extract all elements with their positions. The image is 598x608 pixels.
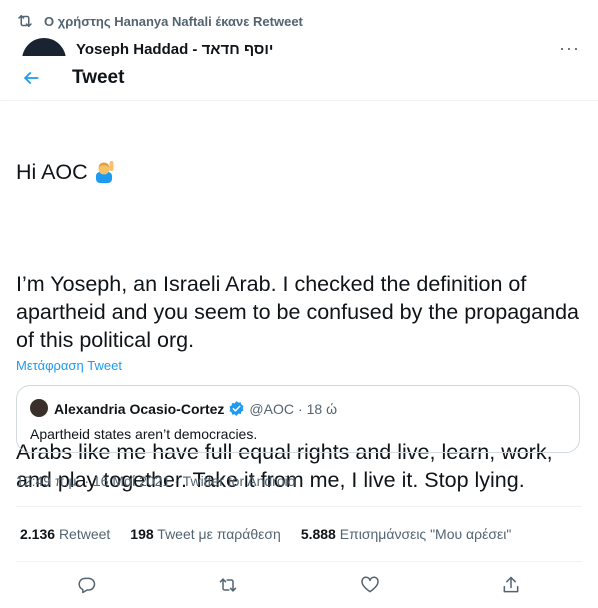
retweet-button[interactable] bbox=[211, 568, 245, 602]
obscured-tweet-author: Yoseph Haddad - יוסף חדאד ··· bbox=[16, 36, 598, 56]
tweet-action-bar bbox=[16, 568, 582, 602]
back-button[interactable] bbox=[14, 61, 48, 95]
quoted-tweet-header: Alexandria Ocasio-Cortez @AOC · 18 ώ bbox=[54, 400, 337, 417]
page-header: Tweet bbox=[0, 56, 598, 101]
quote-tweets-label: Tweet με παράθεση bbox=[157, 526, 281, 542]
like-button[interactable] bbox=[353, 568, 387, 602]
verified-badge-icon bbox=[229, 401, 244, 416]
retweets-count: 2.136 bbox=[20, 526, 56, 542]
tweet-timestamp[interactable]: 12:49 π.μ. · 16 Μαΐ 2021 · Twitter for A… bbox=[16, 473, 296, 489]
divider bbox=[16, 506, 582, 507]
avatar[interactable] bbox=[22, 38, 66, 56]
share-button[interactable] bbox=[494, 568, 528, 602]
person-raising-hand-emoji bbox=[95, 161, 114, 183]
retweets-stat[interactable]: 2.136 Retweet bbox=[20, 526, 110, 542]
retweets-label: Retweet bbox=[58, 526, 111, 542]
retweet-icon bbox=[220, 578, 237, 592]
quoted-author-handle: @AOC bbox=[249, 400, 294, 417]
retweet-context: Ο χρήστης Hananya Naftali έκανε Retweet bbox=[16, 11, 303, 31]
quoted-author-name: Alexandria Ocasio-Cortez bbox=[54, 400, 225, 417]
quoted-tweet-text: Apartheid states aren’t democracies. bbox=[30, 426, 258, 442]
tweet-paragraph-1: I’m Yoseph, an Israeli Arab. I checked t… bbox=[16, 272, 585, 352]
translate-tweet-link[interactable]: Μετάφραση Tweet bbox=[16, 358, 122, 373]
heart-icon bbox=[361, 576, 379, 593]
likes-count: 5.888 bbox=[300, 526, 336, 542]
avatar bbox=[30, 399, 48, 417]
tweet-greeting: Hi AOC bbox=[16, 160, 88, 184]
more-icon[interactable]: ··· bbox=[559, 38, 580, 56]
share-icon bbox=[503, 576, 519, 593]
retweet-icon bbox=[18, 15, 32, 27]
author-name[interactable]: Yoseph Haddad - יוסף חדאד bbox=[76, 41, 273, 56]
divider bbox=[16, 561, 582, 562]
page-title: Tweet bbox=[72, 67, 125, 88]
retweet-context-text[interactable]: Ο χρήστης Hananya Naftali έκανε Retweet bbox=[44, 14, 303, 29]
quoted-tweet-time[interactable]: 18 ώ bbox=[307, 401, 337, 417]
arrow-left-icon bbox=[24, 72, 39, 84]
quote-tweets-count: 198 bbox=[130, 526, 154, 542]
quote-tweets-stat[interactable]: 198 Tweet με παράθεση bbox=[130, 526, 281, 542]
tweet-greeting-line: Hi AOC bbox=[16, 158, 582, 186]
separator-dot: · bbox=[297, 400, 303, 417]
quoted-tweet[interactable]: Alexandria Ocasio-Cortez @AOC · 18 ώ Apa… bbox=[16, 385, 580, 453]
likes-stat[interactable]: 5.888 Επισημάνσεις "Μου αρέσει" bbox=[301, 526, 512, 542]
likes-label: Επισημάνσεις "Μου αρέσει" bbox=[339, 526, 512, 542]
tweet-stats: 2.136 Retweet 198 Tweet με παράθεση 5.88… bbox=[20, 526, 511, 542]
reply-button[interactable] bbox=[70, 568, 104, 602]
tweet-body: Hi AOC I’m Yoseph, an Israeli Arab. I ch… bbox=[16, 102, 582, 522]
reply-icon bbox=[78, 577, 95, 594]
